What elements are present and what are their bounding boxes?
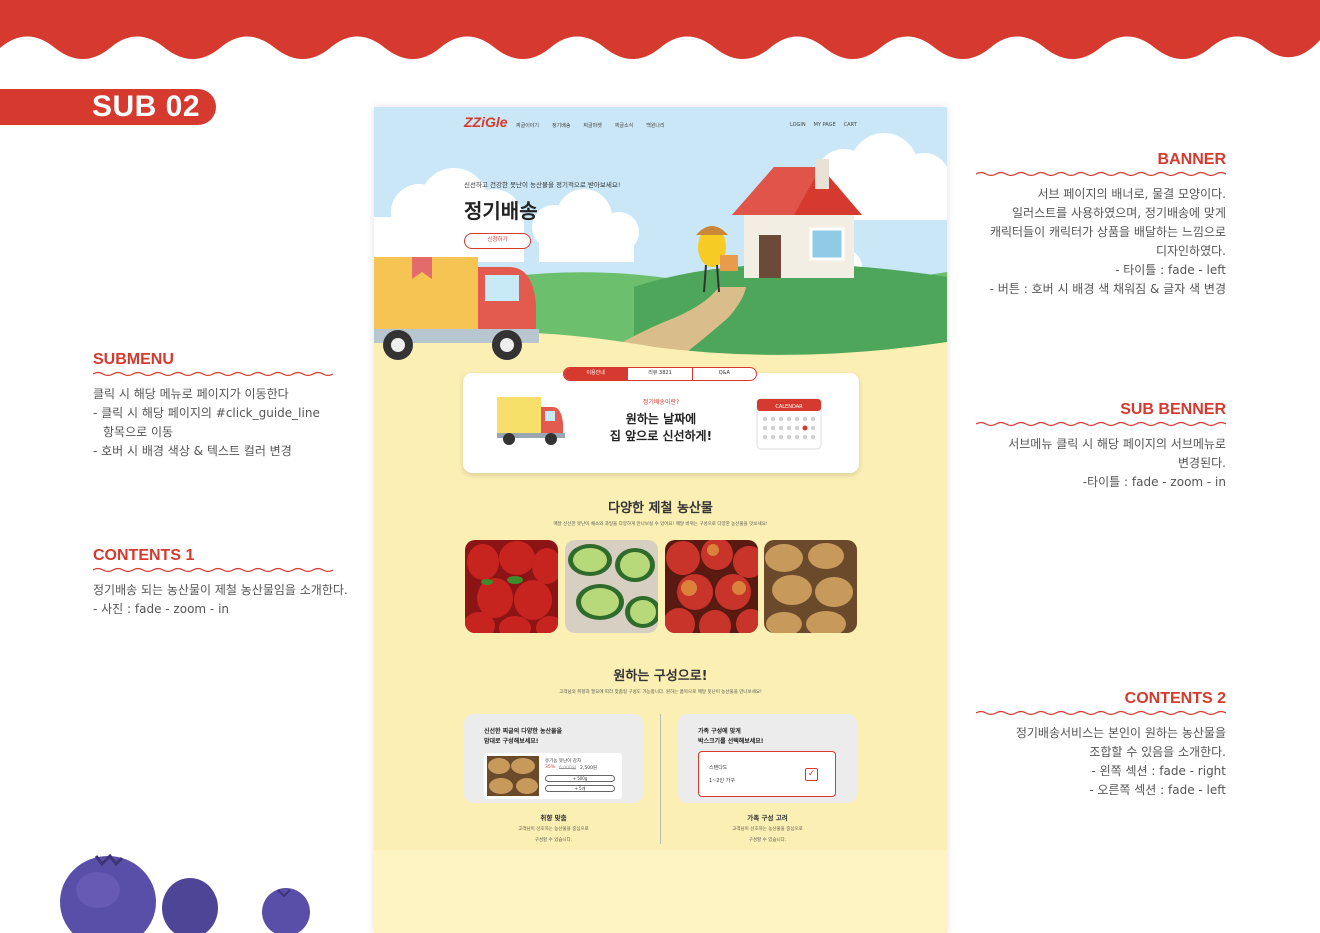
- annotation-banner: BANNER 서브 페이지의 배너로, 물결 모양이다. 일러스트를 사용하였으…: [976, 150, 1226, 299]
- annotation-subbanner: SUB BENNER 서브메뉴 클릭 시 해당 페이지의 서브메뉴로 변경된다.…: [976, 400, 1226, 492]
- section1-title: 다양한 제철 농산물: [608, 501, 713, 516]
- squiggle-divider: [93, 567, 334, 573]
- option-weight[interactable]: + 500g: [545, 775, 615, 782]
- potato-thumb: [487, 756, 539, 796]
- hero-illustration: [374, 107, 947, 362]
- product-name: 유기농 못난이 감자: [545, 759, 581, 764]
- annotation-title: CONTENTS 2: [1124, 690, 1226, 707]
- family-box-panel: 가족 구성에 맞게 박스크기를 선택해보세요! 스탠다드 1~2인 가구 ✓: [678, 714, 857, 803]
- section1-desc: 매달 신선한 못난이 채소와 과일을 다양하게 만나보실 수 있어요! 매달 바…: [553, 522, 768, 527]
- caption-title-right: 가족 구성 고려: [747, 814, 788, 822]
- panel-title-line2: 박스크기를 선택해보세요!: [698, 738, 764, 745]
- photo-cucumber: [565, 540, 658, 633]
- price: 2,500원: [580, 766, 598, 771]
- login-link[interactable]: LOGIN: [790, 122, 806, 128]
- nav-item-baekwon[interactable]: 백원나리: [646, 122, 664, 129]
- hero-title: 정기배송: [464, 199, 538, 223]
- site-logo[interactable]: ZZiGle: [464, 114, 508, 130]
- panel-title-line2: 맘대로 구성해보세요!: [484, 738, 539, 745]
- nav-item-story[interactable]: 찌글이야기: [516, 122, 539, 129]
- option-name: 스탠다드: [709, 765, 728, 771]
- annotation-title: CONTENTS 1: [93, 547, 195, 564]
- annotation-line: 서브 페이지의 배너로, 물결 모양이다.: [1037, 187, 1227, 201]
- nav-item-delivery[interactable]: 정기배송: [552, 122, 570, 129]
- top-wave-decoration: [0, 0, 1320, 59]
- annotation-line: 캐릭터들이 캐릭터가 상품을 배달하는 느낌으로: [989, 225, 1226, 239]
- annotation-line: 디자인하였다.: [1155, 244, 1226, 258]
- caption-title-left: 취향 맞춤: [540, 814, 567, 822]
- calendar-icon: CALENDAR: [756, 398, 822, 450]
- caption-desc-left-2: 구성할 수 있습니다.: [534, 838, 573, 843]
- annotation-title: BANNER: [1157, 151, 1226, 168]
- caption-desc-left-1: 고객님이 선호하는 농산물을 중심으로: [518, 827, 589, 832]
- tab-qna[interactable]: Q&A: [691, 368, 756, 380]
- annotation-line: - 오른쪽 섹션 : fade - left: [1089, 783, 1226, 797]
- option-desc: 1~2인 가구: [709, 778, 735, 784]
- checkbox-checked-icon[interactable]: ✓: [805, 768, 818, 781]
- annotation-line: 일러스트를 사용하였으며, 정기배송에 맞게: [1012, 206, 1226, 220]
- squiggle-divider: [93, 371, 334, 377]
- tab-review[interactable]: 리뷰 3821: [627, 368, 691, 380]
- annotation-line: 정기배송서비스는 본인이 원하는 농산물을: [1015, 726, 1226, 740]
- section2-title: 원하는 구성으로!: [613, 669, 708, 684]
- util-nav: LOGIN MY PAGE CART: [790, 122, 857, 128]
- blueberry-decoration: [60, 853, 310, 933]
- caption-desc-right-1: 고객님이 선호하는 농산물을 중심으로: [732, 827, 803, 832]
- hero-subtitle: 신선하고 건강한 못난이 농산물을 정기적으로 받아보세요!: [464, 181, 621, 189]
- annotation-line: - 버튼 : 호버 시 배경 색 채워짐 & 글자 색 변경: [989, 282, 1226, 296]
- product-card: 유기농 못난이 감자 35% 6,000원 2,500원 + 500g + 5개: [484, 753, 622, 799]
- annotation-line: - 사진 : fade - zoom - in: [93, 602, 230, 616]
- annotation-contents1: CONTENTS 1 정기배송 되는 농산물이 제철 농산물임을 소개한다. -…: [93, 546, 348, 619]
- squiggle-divider: [976, 421, 1226, 427]
- tab-guide[interactable]: 이용안내: [564, 368, 628, 380]
- photo-strawberry: [465, 540, 558, 633]
- section2-desc: 고객님의 취향과 필요에 따라 맞춤형 구성도 가능합니다. 원하는 품목으로 …: [559, 690, 762, 695]
- info-card: 정기배송이란? 원하는 날짜에 집 앞으로 신선하게! CALENDAR: [463, 373, 859, 473]
- annotation-line: 조합할 수 있음을 소개한다.: [1089, 745, 1226, 759]
- apply-button[interactable]: 신청하기: [464, 233, 531, 249]
- photo-potato: [764, 540, 857, 633]
- annotation-line: - 타이틀 : fade - left: [1115, 263, 1226, 277]
- section-label: SUB 02: [0, 89, 216, 125]
- mypage-link[interactable]: MY PAGE: [814, 122, 836, 128]
- annotation-line: 정기배송 되는 농산물이 제철 농산물임을 소개한다.: [93, 583, 348, 597]
- squiggle-divider: [976, 710, 1226, 716]
- annotation-contents2: CONTENTS 2 정기배송서비스는 본인이 원하는 농산물을 조합할 수 있…: [976, 689, 1226, 800]
- nav-item-market[interactable]: 찌글마켓: [583, 122, 601, 129]
- annotation-line: 서브메뉴 클릭 시 해당 페이지의 서브메뉴로: [1008, 437, 1226, 451]
- website-mockup: ZZiGle 찌글이야기 정기배송 찌글마켓 찌글소식 백원나리 LOGIN M…: [374, 107, 947, 933]
- squiggle-divider: [976, 171, 1226, 177]
- panel-title-line1: 신선한 찌글의 다양한 농산물을: [484, 728, 563, 735]
- section-divider: [660, 714, 661, 844]
- price-row: 35% 6,000원 2,500원: [545, 765, 597, 771]
- panel-title-line1: 가족 구성에 맞게: [698, 728, 741, 735]
- annotation-title: SUBMENU: [93, 351, 174, 368]
- annotation-line: - 클릭 시 해당 페이지의 #click_guide_line: [93, 406, 320, 420]
- option-count[interactable]: + 5개: [545, 785, 615, 792]
- cart-link[interactable]: CART: [844, 122, 857, 128]
- annotation-line: - 왼쪽 섹션 : fade - right: [1091, 764, 1226, 778]
- annotation-title: SUB BENNER: [1120, 401, 1226, 418]
- annotation-line: 클릭 시 해당 메뉴로 페이지가 이동한다: [93, 387, 289, 401]
- mockup-footer-area: [374, 850, 947, 933]
- annotation-line: 항목으로 이동: [103, 425, 174, 439]
- annotation-line: - 호버 시 배경 색상 & 텍스트 컬러 변경: [93, 444, 292, 458]
- caption-desc-right-2: 구성할 수 있습니다.: [748, 838, 787, 843]
- annotation-line: 변경된다.: [1178, 456, 1226, 470]
- main-nav: 찌글이야기 정기배송 찌글마켓 찌글소식 백원나리: [516, 122, 665, 129]
- box-option-standard[interactable]: 스탠다드 1~2인 가구 ✓: [698, 751, 836, 797]
- annotation-line: -타이틀 : fade - zoom - in: [1082, 475, 1226, 489]
- photo-apple: [665, 540, 758, 633]
- old-price: 6,000원: [559, 766, 577, 771]
- discount-rate: 35%: [545, 765, 556, 770]
- custom-box-panel: 신선한 찌글의 다양한 농산물을 맘대로 구성해보세요! 유기농 못난이 감자 …: [464, 714, 643, 803]
- annotation-submenu: SUBMENU 클릭 시 해당 메뉴로 페이지가 이동한다 - 클릭 시 해당 …: [93, 350, 338, 461]
- submenu-tabs: 이용안내 리뷰 3821 Q&A: [563, 367, 757, 381]
- nav-item-news[interactable]: 찌글소식: [615, 122, 633, 129]
- calendar-label: CALENDAR: [775, 404, 803, 410]
- site-header: ZZiGle 찌글이야기 정기배송 찌글마켓 찌글소식 백원나리 LOGIN M…: [374, 107, 947, 143]
